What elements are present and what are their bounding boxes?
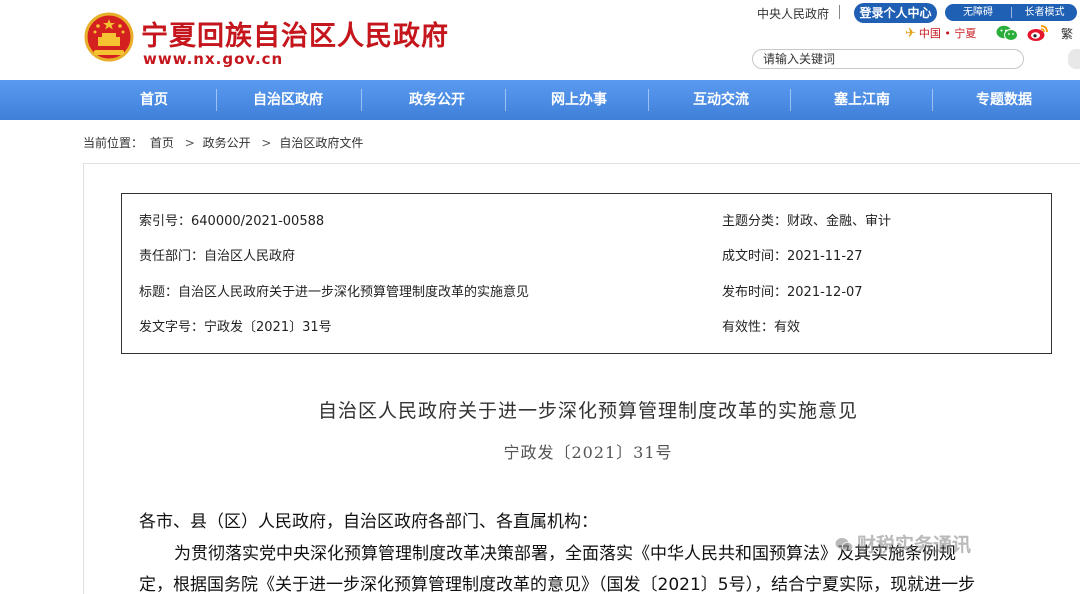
document-title: 自治区人民政府关于进一步深化预算管理制度改革的实施意见 — [317, 400, 858, 422]
document-paragraph-line: 定，根据国务院《关于进一步深化预算管理制度改革的意见》（国发〔2021〕5号），… — [139, 575, 976, 594]
nav-item-online-services[interactable]: 网上办事 — [532, 80, 626, 120]
watermark-text: 财税实务通讯 — [857, 534, 972, 556]
nav-item-interaction[interactable]: 互动交流 — [674, 80, 768, 120]
divider — [932, 89, 933, 111]
central-gov-link[interactable]: 中央人民政府 — [757, 5, 829, 22]
china-ningxia-link[interactable]: ✈ 中国 • 宁夏 — [905, 25, 976, 41]
meta-doc-no: 发文字号：宁政发〔2021〕31号 — [139, 320, 332, 335]
china-ningxia-label: 中国 • 宁夏 — [918, 27, 977, 40]
nav-item-home[interactable]: 首页 — [112, 80, 196, 120]
divider — [216, 89, 217, 111]
divider — [790, 89, 791, 111]
breadcrumb: 当前位置： 首页 > 政务公开 > 自治区政府文件 — [83, 134, 366, 151]
document-number: 宁政发〔2021〕31号 — [503, 443, 673, 462]
breadcrumb-separator: > — [184, 136, 195, 150]
divider — [361, 89, 362, 111]
divider — [648, 89, 649, 111]
meta-topic: 主题分类：财政、金融、审计 — [722, 214, 892, 229]
breadcrumb-separator: > — [261, 136, 272, 150]
search-input[interactable] — [752, 49, 1024, 69]
page: 宁夏回族自治区人民政府 www.nx.gov.cn 中央人民政府 登录个人中心 … — [0, 0, 1080, 594]
breadcrumb-region-documents[interactable]: 自治区政府文件 — [279, 136, 363, 150]
site-title[interactable]: 宁夏回族自治区人民政府 — [141, 14, 449, 53]
divider — [839, 5, 840, 19]
nav-item-government-affairs[interactable]: 政务公开 — [390, 80, 484, 120]
china-logo-icon: ✈ — [905, 26, 916, 41]
wechat-icon — [835, 538, 853, 552]
breadcrumb-government-affairs[interactable]: 政务公开 — [203, 136, 251, 150]
meta-validity: 有效性：有效 — [722, 320, 801, 335]
meta-index-no: 索引号：640000/2021-00588 — [139, 214, 325, 229]
breadcrumb-prefix: 当前位置： — [83, 136, 144, 150]
meta-title: 标题：自治区人民政府关于进一步深化预算管理制度改革的实施意见 — [139, 285, 530, 300]
meta-created-date: 成文时间：2021-11-27 — [722, 249, 863, 264]
nav-item-region-government[interactable]: 自治区政府 — [238, 80, 338, 120]
search-button[interactable] — [1068, 49, 1080, 69]
nav-item-topic-data[interactable]: 专题数据 — [957, 80, 1051, 120]
main-nav: 首页 自治区政府 政务公开 网上办事 互动交流 塞上江南 专题数据 — [0, 80, 1080, 120]
document-salutation: 各市、县（区）人民政府，自治区政府各部门、各直属机构： — [139, 512, 598, 532]
watermark: 财税实务通讯 — [835, 530, 971, 557]
divider — [505, 89, 506, 111]
accessibility-toggle-group: 无障碍 长者模式 — [945, 4, 1077, 21]
site-header: 宁夏回族自治区人民政府 www.nx.gov.cn 中央人民政府 登录个人中心 … — [0, 0, 1080, 80]
accessibility-button[interactable]: 无障碍 — [945, 4, 1011, 21]
breadcrumb-home[interactable]: 首页 — [150, 136, 174, 150]
weibo-icon[interactable] — [1027, 24, 1049, 42]
wechat-icon[interactable] — [996, 25, 1018, 41]
elderly-mode-button[interactable]: 长者模式 — [1012, 4, 1077, 21]
national-emblem-icon — [84, 12, 134, 62]
meta-published-date: 发布时间：2021-12-07 — [722, 285, 863, 300]
traditional-chinese-link[interactable]: 繁 — [1061, 25, 1073, 42]
nav-item-saishang-jiangnan[interactable]: 塞上江南 — [815, 80, 909, 120]
meta-department: 责任部门：自治区人民政府 — [139, 249, 296, 264]
login-button[interactable]: 登录个人中心 — [854, 3, 937, 23]
site-url[interactable]: www.nx.gov.cn — [143, 50, 283, 68]
